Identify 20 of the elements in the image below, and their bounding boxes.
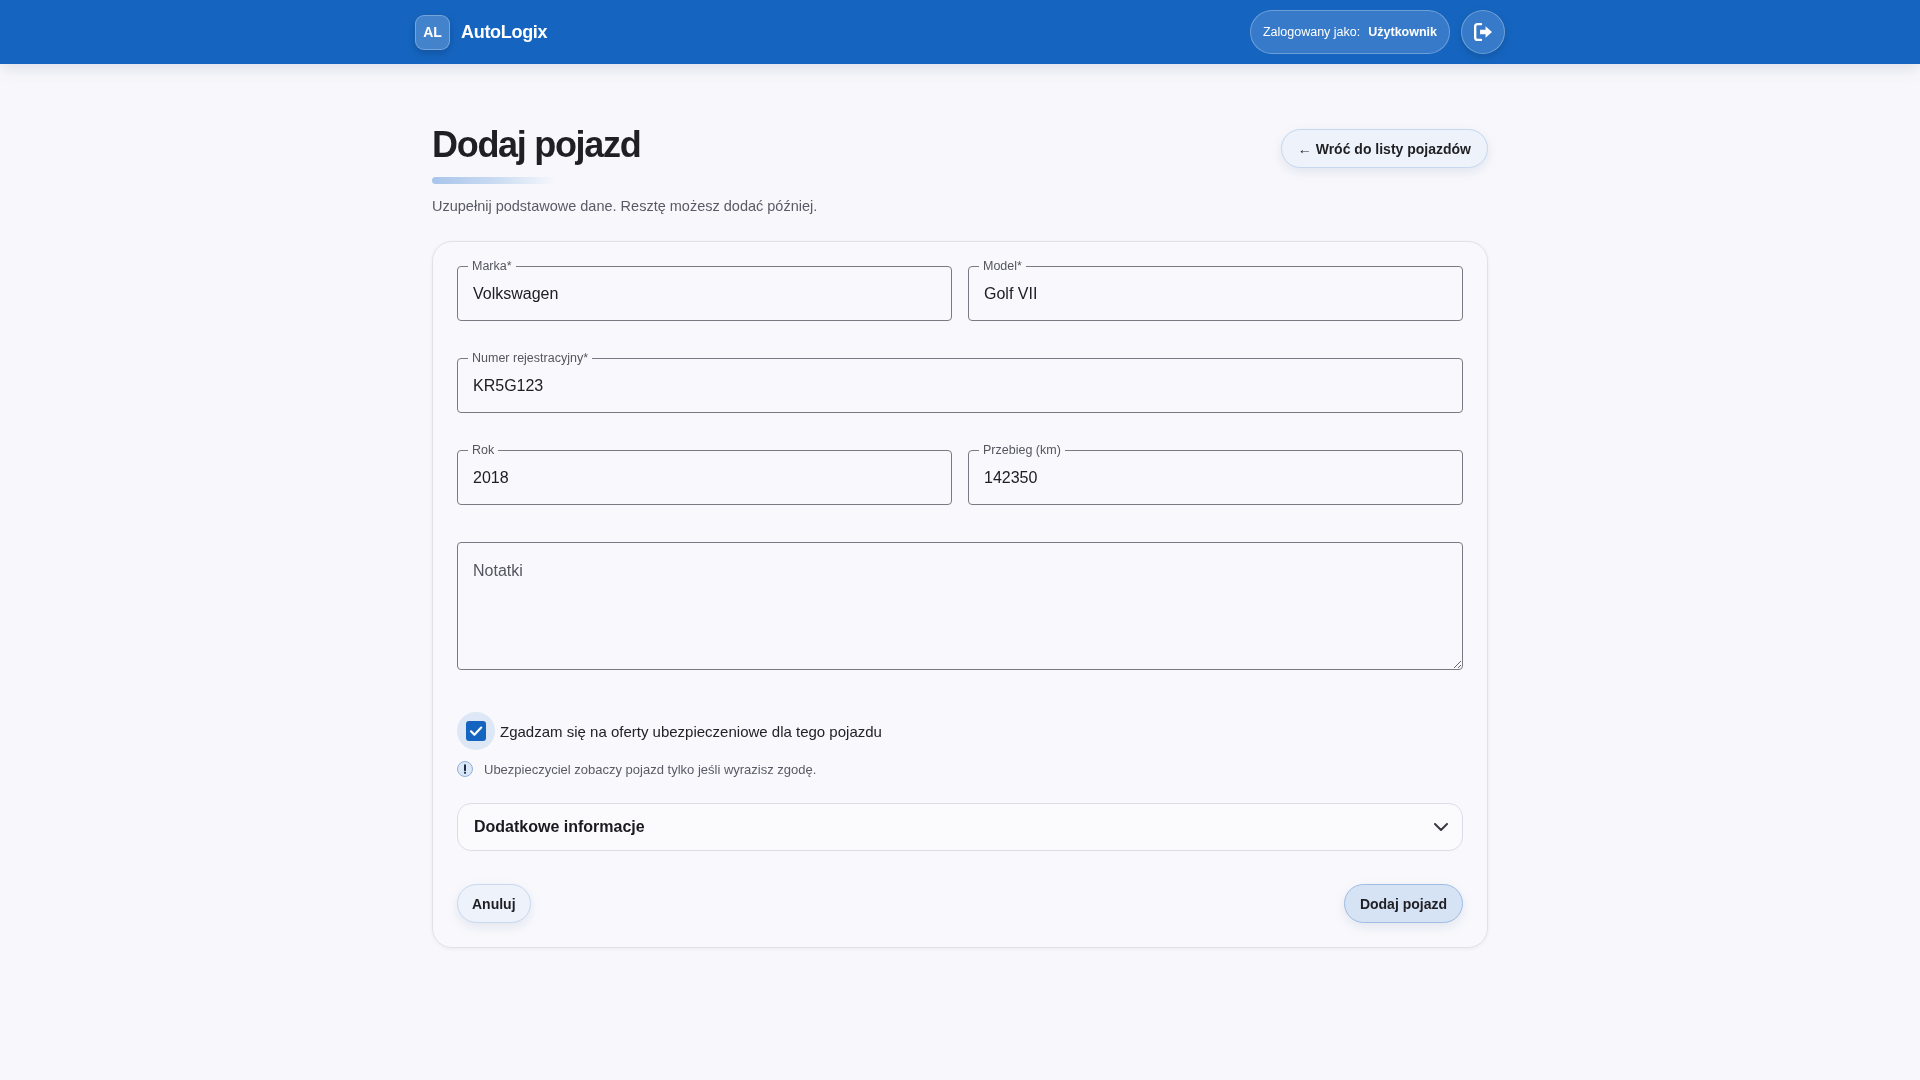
page-title: Dodaj pojazd bbox=[432, 123, 642, 166]
checkbox[interactable] bbox=[457, 712, 495, 750]
accordion-header[interactable]: Dodatkowe informacje bbox=[457, 803, 1463, 851]
logout-button[interactable] bbox=[1461, 10, 1505, 54]
checkbox-label[interactable]: Zgadzam się na oferty ubezpieczeniowe dla tego pojazdu bbox=[500, 722, 882, 740]
exclamation-icon bbox=[457, 761, 473, 777]
logo-badge: AL bbox=[415, 14, 450, 50]
back-button[interactable]: ← Wróć do listy pojazdów bbox=[1280, 129, 1488, 168]
notes-field[interactable]: Notatki bbox=[457, 542, 1463, 670]
brand-name: AutoLogix bbox=[461, 21, 548, 43]
cancel-button[interactable]: Anuluj bbox=[457, 884, 531, 923]
hint-text: Ubezpieczyciel zobaczy pojazd tylko jeśli wyrazisz zgodę. bbox=[484, 761, 817, 777]
logout-icon bbox=[1474, 23, 1492, 41]
user-label: Zalogowany jako: bbox=[1262, 25, 1361, 39]
field-label: Przebieg (km) bbox=[979, 442, 1065, 458]
checkmark-icon bbox=[466, 721, 486, 741]
page-subtitle: Uzupełnij podstawowe dane. Resztę możesz dodać później. bbox=[432, 197, 818, 216]
user-name: Użytkownik bbox=[1368, 25, 1437, 39]
field-label: Numer rejestracyjny* bbox=[468, 350, 592, 366]
submit-button[interactable]: Dodaj pojazd bbox=[1343, 884, 1463, 923]
